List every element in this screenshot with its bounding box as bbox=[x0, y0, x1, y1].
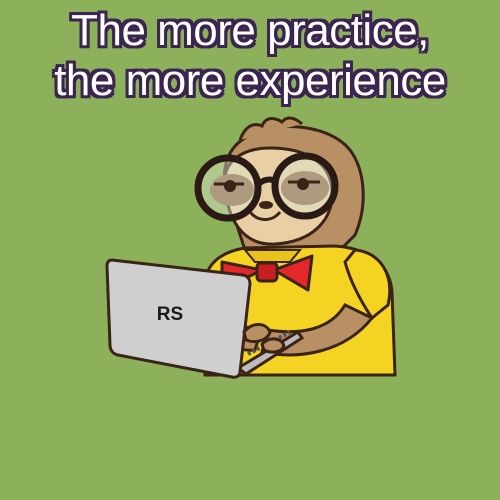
sloth-illustration: RS bbox=[105, 116, 397, 379]
laptop-logo-text: RS bbox=[157, 304, 183, 325]
